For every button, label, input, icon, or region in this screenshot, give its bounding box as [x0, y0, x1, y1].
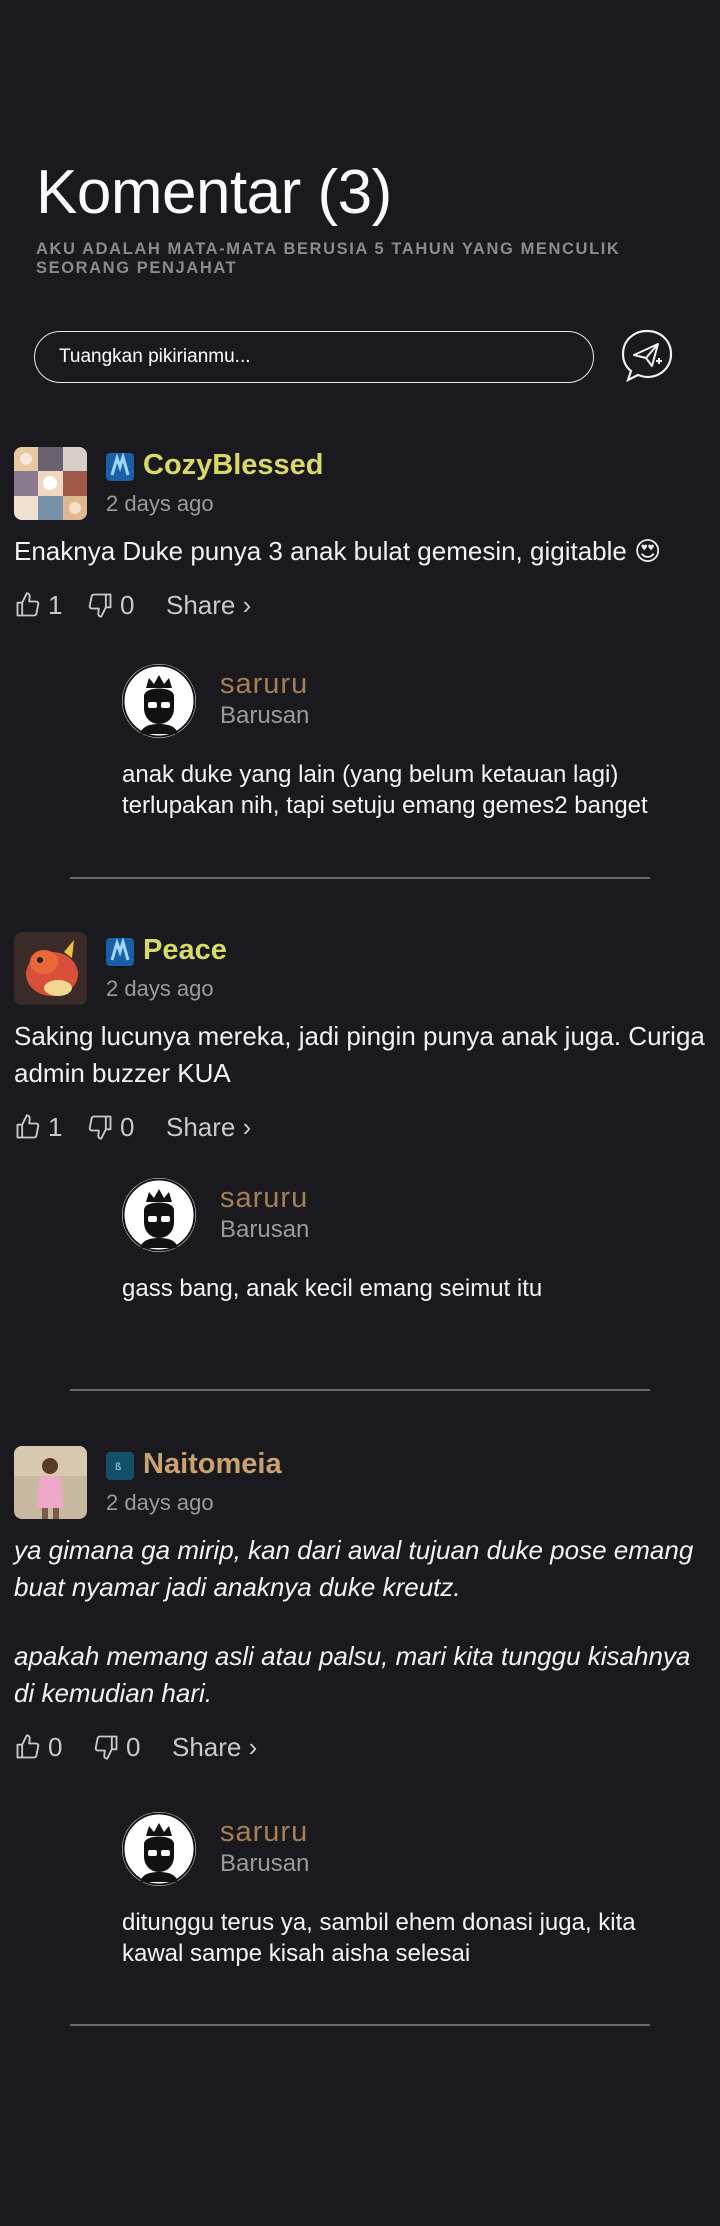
like-button[interactable]: 1 [14, 1112, 62, 1143]
comment-text: Enaknya Duke punya 3 anak bulat gemesin,… [14, 536, 662, 566]
comment-input-placeholder: Tuangkan pikirianmu... [59, 346, 251, 367]
comment-text: ya gimana ga mirip, kan dari awal tujuan… [14, 1532, 706, 1712]
admin-avatar[interactable] [122, 664, 196, 738]
comment-item: ß Naitomeia 2 days ago ya gimana ga miri… [14, 1446, 706, 1766]
reply-time: Barusan [220, 1850, 310, 1877]
comments-header: Komentar (3) AKU ADALAH MATA-MATA BERUSI… [36, 162, 686, 278]
user-avatar[interactable] [14, 447, 87, 520]
comment-username[interactable]: CozyBlessed [143, 449, 324, 482]
divider [70, 2024, 650, 2026]
comment-text: Saking lucunya mereka, jadi pingin punya… [14, 1021, 705, 1088]
comment-username[interactable]: Naitomeia [143, 1448, 282, 1481]
svg-text:ß: ß [115, 1462, 121, 1473]
reply-time: Barusan [220, 702, 310, 729]
reply-username[interactable]: saruru [220, 1816, 308, 1849]
dislike-button[interactable]: 0 [86, 1112, 134, 1143]
rank-badge-icon [106, 938, 134, 966]
avatar-image [14, 447, 87, 520]
comment-paragraph: apakah memang asli atau palsu, mari kita… [14, 1640, 691, 1708]
dislike-button[interactable]: 0 [92, 1732, 140, 1763]
admin-avatar[interactable] [122, 1178, 196, 1252]
dislike-count: 0 [120, 589, 135, 620]
share-label: Share › [166, 589, 252, 620]
dislike-count: 0 [126, 1731, 141, 1762]
thumbs-down-icon [88, 1115, 112, 1140]
like-count: 1 [48, 1111, 63, 1142]
share-button[interactable]: Share › [166, 1112, 251, 1143]
share-button[interactable]: Share › [166, 590, 251, 621]
divider [70, 1389, 650, 1391]
comment-time: 2 days ago [106, 1490, 214, 1515]
like-button[interactable]: 1 [14, 590, 62, 621]
comment-item: CozyBlessed 2 days ago Enaknya Duke puny… [14, 447, 706, 624]
series-title: AKU ADALAH MATA-MATA BERUSIA 5 TAHUN YAN… [36, 240, 621, 277]
share-label: Share › [166, 1111, 252, 1142]
rank-badge-icon [106, 453, 134, 481]
dislike-count: 0 [120, 1111, 135, 1142]
share-button[interactable]: Share › [172, 1732, 257, 1763]
comments-page: Komentar (3) AKU ADALAH MATA-MATA BERUSI… [0, 0, 720, 2226]
rank-badge-icon: ß [106, 1452, 134, 1480]
dislike-button[interactable]: 0 [86, 590, 134, 621]
comment-item: Peace 2 days ago Saking lucunya mereka, … [14, 932, 706, 1146]
reply-text: ditunggu terus ya, sambil ehem donasi ju… [122, 1909, 636, 1967]
thumbs-up-icon [16, 1114, 40, 1139]
like-button[interactable]: 0 [14, 1732, 62, 1763]
comment-input[interactable]: Tuangkan pikirianmu... [34, 331, 594, 383]
reply-text: gass bang, anak kecil emang seimut itu [122, 1275, 543, 1302]
comment-time: 2 days ago [106, 491, 214, 516]
comment-composer: Tuangkan pikirianmu... [34, 328, 674, 383]
thumbs-up-icon [16, 1734, 40, 1759]
user-avatar[interactable] [14, 932, 87, 1005]
comment-actions: 1 0 Share › [14, 1112, 706, 1146]
avatar-image [14, 932, 87, 1005]
like-count: 1 [48, 589, 63, 620]
comment-paragraph: ya gimana ga mirip, kan dari awal tujuan… [14, 1535, 694, 1602]
comment-time: 2 days ago [106, 976, 214, 1001]
thumbs-down-icon [94, 1735, 118, 1760]
send-icon [621, 329, 673, 383]
user-avatar[interactable] [14, 1446, 87, 1519]
reply-username[interactable]: saruru [220, 1182, 308, 1215]
divider [70, 877, 650, 879]
like-count: 0 [48, 1731, 63, 1762]
comment-actions: 1 0 Share › [14, 590, 706, 624]
share-label: Share › [172, 1731, 258, 1762]
comment-username[interactable]: Peace [143, 934, 227, 967]
comment-actions: 0 0 Share › [14, 1732, 706, 1766]
reply-username[interactable]: saruru [220, 668, 308, 701]
reply-text: anak duke yang lain (yang belum ketauan … [122, 761, 648, 819]
thumbs-up-icon [16, 592, 40, 617]
send-button[interactable] [620, 328, 674, 383]
avatar-image [14, 1446, 87, 1519]
thumbs-down-icon [88, 593, 112, 619]
page-title: Komentar (3) [36, 158, 392, 227]
reply-time: Barusan [220, 1216, 310, 1243]
admin-avatar[interactable] [122, 1812, 196, 1886]
